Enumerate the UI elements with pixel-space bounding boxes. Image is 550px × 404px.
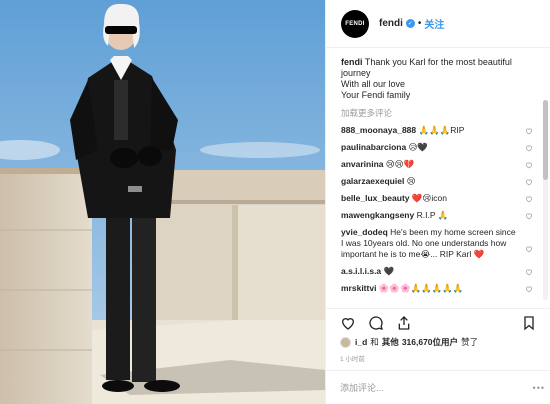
comment-like-heart-icon[interactable] — [525, 212, 533, 220]
photo-illustration — [0, 0, 325, 404]
comment-username[interactable]: anvarinina — [341, 159, 384, 169]
comments-scrollbar-thumb[interactable] — [543, 100, 548, 180]
account-avatar[interactable]: FENDI — [341, 9, 369, 38]
comment-item: mrskittvi 🌸🌸🌸🙏🙏🙏🙏🙏 — [341, 283, 533, 294]
comment-bubble-icon[interactable] — [368, 315, 384, 331]
comments-section[interactable]: fendi Thank you Karl for the most beauti… — [326, 48, 550, 308]
post-caption: fendi Thank you Karl for the most beauti… — [341, 57, 533, 101]
comment-username[interactable]: belle_lux_beauty — [341, 193, 410, 203]
like-heart-icon[interactable] — [340, 315, 356, 331]
comment-item: paulinabarciona 😥🖤 — [341, 142, 533, 153]
comment-like-heart-icon[interactable] — [525, 161, 533, 169]
comment-text: 🌸🌸🌸🙏🙏🙏🙏🙏 — [378, 283, 464, 293]
verified-badge-icon: ✓ — [405, 19, 415, 28]
comment-like-heart-icon[interactable] — [525, 127, 533, 135]
likes-count-suffix: 位用户 — [432, 337, 459, 347]
account-username[interactable]: fendi — [379, 18, 403, 29]
comment-username[interactable]: a.s.i.l.i.s.a — [341, 266, 381, 276]
post-photo[interactable] — [0, 0, 325, 404]
post-timestamp[interactable]: 1 小时前 — [340, 353, 365, 363]
header-separator: • — [417, 18, 422, 29]
load-more-comments-button[interactable]: 加载更多评论 — [341, 107, 533, 119]
comment-item: yvie_dodeq He's been my home screen sinc… — [341, 227, 533, 260]
caption-line-3: Your Fendi family — [341, 90, 411, 100]
comment-username[interactable]: galarzaexequiel — [341, 176, 404, 186]
instagram-post: FENDI fendi ✓ • 关注 fendi Thank you Karl … — [0, 0, 550, 404]
comment-username[interactable]: mrskittvi — [341, 283, 376, 293]
comment-text: ❤️😢icon — [411, 193, 447, 203]
comment-like-heart-icon[interactable] — [525, 144, 533, 152]
comment-text: 😢😢💔 — [385, 159, 415, 169]
comment-text: R.I.P 🙏 — [416, 210, 449, 220]
comment-username[interactable]: yvie_dodeq — [341, 227, 388, 237]
bookmark-icon[interactable] — [521, 315, 537, 331]
comment-like-heart-icon[interactable] — [525, 268, 533, 276]
comment-text: 🖤 — [383, 266, 395, 276]
post-header: FENDI fendi ✓ • 关注 — [326, 0, 550, 48]
comment-item: mawengkangseny R.I.P 🙏 — [341, 210, 533, 221]
add-comment-bar: ••• — [326, 370, 550, 404]
likes-count[interactable]: 316,670位用户 — [402, 336, 458, 348]
caption-username[interactable]: fendi — [341, 57, 363, 67]
likes-count-number: 316,670 — [401, 337, 433, 347]
comment-like-heart-icon[interactable] — [525, 245, 533, 253]
comment-username[interactable]: 888_moonaya_888 — [341, 125, 416, 135]
likes-conjunction: 和 — [370, 337, 379, 347]
share-upload-icon[interactable] — [396, 315, 412, 331]
likes-summary: i_d 和 其他 316,670位用户 赞了 — [340, 336, 478, 348]
comment-item: anvarinina 😢😢💔 — [341, 159, 533, 170]
likes-verb: 赞了 — [461, 337, 479, 347]
post-actions-bar — [326, 308, 550, 336]
add-comment-input[interactable] — [340, 382, 530, 393]
comment-item: 888_moonaya_888 🙏🙏🙏RIP — [341, 125, 533, 136]
liker-avatar[interactable] — [340, 336, 351, 348]
comment-item: belle_lux_beauty ❤️😢icon — [341, 193, 533, 204]
liker-username[interactable]: i_d — [355, 337, 367, 347]
comment-text: 😥🖤 — [408, 142, 429, 152]
more-options-icon[interactable]: ••• — [533, 383, 545, 393]
comment-text: 🙏🙏🙏RIP — [418, 125, 465, 135]
comment-text: 😢 — [406, 176, 416, 186]
comment-item: galarzaexequiel 😢 — [341, 176, 533, 187]
comment-item: a.s.i.l.i.s.a 🖤 — [341, 266, 533, 277]
post-side-panel: FENDI fendi ✓ • 关注 fendi Thank you Karl … — [325, 0, 550, 404]
likes-others-label: 其他 — [381, 337, 399, 347]
follow-button[interactable]: 关注 — [424, 16, 444, 31]
comment-like-heart-icon[interactable] — [525, 195, 533, 203]
comment-like-heart-icon[interactable] — [525, 285, 533, 293]
comment-username[interactable]: mawengkangseny — [341, 210, 414, 220]
caption-line-1: Thank you Karl for the most beautiful jo… — [341, 57, 512, 78]
comment-like-heart-icon[interactable] — [525, 178, 533, 186]
comment-username[interactable]: paulinabarciona — [341, 142, 406, 152]
caption-line-2: With all our love — [341, 79, 406, 89]
